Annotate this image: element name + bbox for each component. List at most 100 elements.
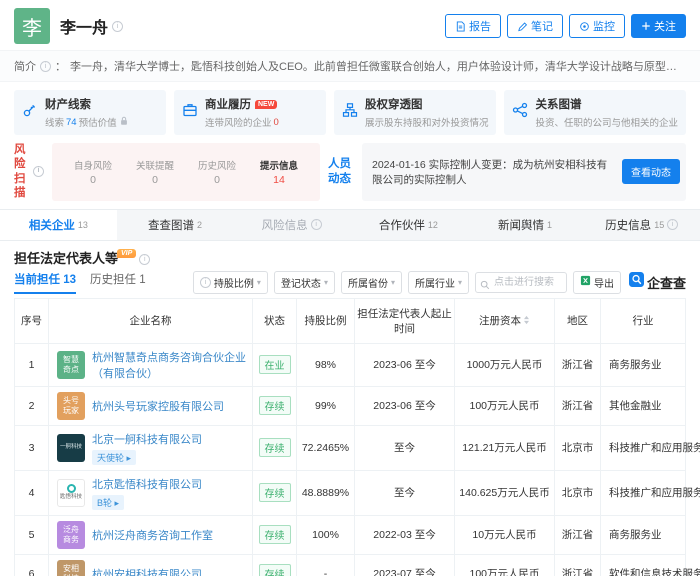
logo-ring-icon <box>67 484 76 493</box>
status-cell: 存续 <box>253 425 297 470</box>
feature-card-title-text: 关系图谱 <box>535 96 581 112</box>
registered-capital-cell: 10万元人民币 <box>455 515 555 554</box>
qichacha-logo-icon <box>629 272 644 292</box>
company-logo: 安相科技 <box>57 560 85 576</box>
risk-stat-label: 提示信息 <box>248 158 310 172</box>
risk-stat-关联提醒[interactable]: 关联提醒0 <box>124 158 186 186</box>
funding-round-tag[interactable]: 天使轮 ▸ <box>92 450 136 465</box>
status-badge: 存续 <box>259 525 291 544</box>
risk-scan-title: 风险扫描 <box>14 143 33 201</box>
lock-icon <box>119 116 129 129</box>
view-dynamics-button[interactable]: 查看动态 <box>622 159 680 184</box>
logo-text: 匙悟科技 <box>60 494 82 500</box>
funding-round-tag[interactable]: B轮 ▸ <box>92 495 124 510</box>
status-badge: 存续 <box>259 396 291 415</box>
table-row: 4匙悟科技北京匙悟科技有限公司B轮 ▸存续48.8889%至今140.625万元… <box>15 470 686 515</box>
company-name-link[interactable]: 杭州泛舟商务咨询工作室 <box>92 527 213 543</box>
row-index: 5 <box>15 515 49 554</box>
tab-chacha-graph[interactable]: 查查图谱2 <box>117 210 234 240</box>
feature-card-body: 关系图谱投资、任职的公司与他相关的企业 <box>535 96 678 129</box>
desc-text: 预估价值 <box>79 115 117 129</box>
qichacha-brand-text: 企查查 <box>647 273 686 292</box>
column-header: 企业名称 <box>49 298 253 343</box>
tab-news-sentiment[interactable]: 新闻舆情1 <box>467 210 584 240</box>
industry-cell: 商务服务业 <box>601 343 686 386</box>
intro-colon: ： <box>55 58 66 74</box>
tenure-period-cell: 2023-07 至今 <box>355 554 455 576</box>
column-header: 地区 <box>555 298 601 343</box>
feature-card-property-clues[interactable]: 财产线索线索 74 预估价值 <box>14 90 166 135</box>
region-cell: 浙江省 <box>555 554 601 576</box>
region-cell: 浙江省 <box>555 386 601 425</box>
tab-partners[interactable]: 合作伙伴12 <box>350 210 467 240</box>
logo-text: 智慧 <box>63 355 79 364</box>
risk-stat-value: 0 <box>124 174 186 186</box>
info-icon <box>33 166 44 177</box>
desc-text: 0 <box>274 117 279 128</box>
column-header-label: 企业名称 <box>130 315 172 327</box>
status-cell: 存续 <box>253 515 297 554</box>
shareholding-ratio-cell: 72.2465% <box>297 425 355 470</box>
risk-stat-提示信息[interactable]: 提示信息 14 <box>248 158 310 186</box>
button-label: 笔记 <box>531 18 553 34</box>
company-logo: 一舸科技 <box>57 434 85 462</box>
risk-stat-历史风险[interactable]: 历史风险0 <box>186 158 248 186</box>
risk-scan-label: 风险扫描 <box>14 143 44 201</box>
search-icon <box>480 277 490 295</box>
column-header-label: 持股比例 <box>305 315 347 327</box>
column-header-label: 行业 <box>633 315 654 327</box>
column-header: 行业 <box>601 298 686 343</box>
tab-history-info[interactable]: 历史信息15 <box>583 210 700 240</box>
button-label: 关注 <box>654 18 676 34</box>
company-name-link[interactable]: 杭州头号玩家控股有限公司 <box>92 398 224 414</box>
tab-risk-info[interactable]: 风险信息 <box>233 210 350 240</box>
tab-label: 历史信息 <box>605 217 651 233</box>
report-button[interactable]: 报告 <box>445 14 501 38</box>
filter-registration-status[interactable]: 登记状态▾ <box>274 271 335 294</box>
vip-badge: VIP <box>117 249 136 258</box>
region-cell: 北京市 <box>555 425 601 470</box>
tenure-period-cell: 2023-06 至今 <box>355 386 455 425</box>
risk-stat-value: 0 <box>62 174 124 186</box>
info-icon <box>139 254 150 265</box>
tab-label: 查查图谱 <box>148 217 194 233</box>
follow-button[interactable]: 关注 <box>631 14 686 38</box>
intro-bar: 简介 ： 李一舟，清华大学博士，匙悟科技创始人及CEO。此前曾担任微蜜联合创始人… <box>0 50 700 82</box>
shareholding-ratio-cell: 98% <box>297 343 355 386</box>
monitor-button[interactable]: 监控 <box>569 14 625 38</box>
row-index: 4 <box>15 470 49 515</box>
company-name-link[interactable]: 北京一舸科技有限公司 <box>92 431 202 447</box>
property-icon <box>22 102 38 123</box>
feature-card-desc: 连带风险的企业 0 <box>205 115 279 129</box>
company-name-link[interactable]: 杭州智慧奇点商务咨询合伙企业（有限合伙） <box>92 349 248 381</box>
tab-label: 新闻舆情 <box>498 217 544 233</box>
region-cell: 浙江省 <box>555 343 601 386</box>
qichacha-brand: 企查查 <box>629 272 686 292</box>
logo-text: 安相 <box>63 564 79 573</box>
feature-card-equity-penetration[interactable]: 股权穿透图展示股东持股和对外投资情况 <box>334 90 497 135</box>
company-name-wrap: 安相科技杭州安相科技有限公司 <box>57 560 248 576</box>
feature-card-business-resume[interactable]: 商业履历NEW连带风险的企业 0 <box>174 90 326 135</box>
company-name-link[interactable]: 杭州安相科技有限公司 <box>92 566 202 576</box>
feature-card-title-text: 股权穿透图 <box>365 96 423 112</box>
feature-card-desc: 展示股东持股和对外投资情况 <box>365 115 489 129</box>
feature-card-relation-graph[interactable]: 关系图谱投资、任职的公司与他相关的企业 <box>504 90 686 135</box>
logo-text: 玩家 <box>63 406 79 415</box>
tab-count: 1 <box>547 220 552 230</box>
filter-province[interactable]: 所属省份▾ <box>341 271 402 294</box>
feature-card-body: 股权穿透图展示股东持股和对外投资情况 <box>365 96 489 129</box>
tab-count: 13 <box>78 220 88 230</box>
company-name-link[interactable]: 北京匙悟科技有限公司 <box>92 476 202 492</box>
filter-industry[interactable]: 所属行业▾ <box>408 271 469 294</box>
row-index: 6 <box>15 554 49 576</box>
logo-text: 奇点 <box>63 365 79 374</box>
risk-stat-value: 14 <box>248 174 310 186</box>
subtab-history[interactable]: 历史担任 1 <box>90 271 146 294</box>
company-cell: 泛舟商务杭州泛舟商务咨询工作室 <box>49 515 253 554</box>
subtab-current[interactable]: 当前担任 13 <box>14 271 76 294</box>
risk-stat-自身风险[interactable]: 自身风险0 <box>62 158 124 186</box>
note-button[interactable]: 笔记 <box>507 14 563 38</box>
filter-shareholding-ratio[interactable]: 持股比例▾ <box>193 271 268 294</box>
tab-related-companies[interactable]: 相关企业13 <box>0 210 117 240</box>
export-button[interactable]: 导出 <box>573 271 621 294</box>
